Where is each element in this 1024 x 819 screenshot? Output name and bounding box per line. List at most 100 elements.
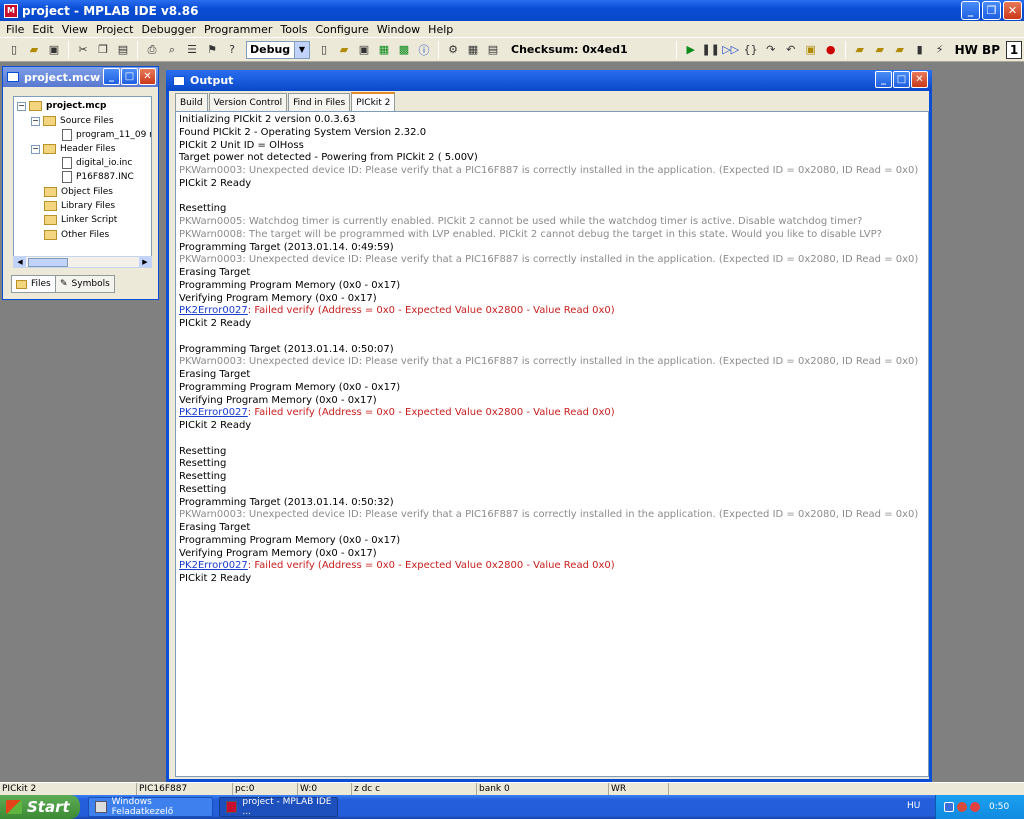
error-code-link[interactable]: PK2Error0027 [179, 560, 248, 571]
tree-node-file[interactable]: P16F887.INC [62, 170, 134, 184]
tab-build[interactable]: Build [175, 93, 208, 111]
find-in-files-icon[interactable]: ☰ [184, 42, 200, 58]
open-icon[interactable]: ▰ [26, 42, 42, 58]
menu-help[interactable]: Help [424, 23, 457, 36]
program-device-icon[interactable]: ▰ [852, 42, 868, 58]
new-project-icon[interactable]: ▯ [316, 42, 332, 58]
memory-icon[interactable]: ▦ [465, 42, 481, 58]
tree-node-source-files[interactable]: − Source Files [31, 114, 114, 128]
minimize-button[interactable]: _ [961, 1, 980, 20]
tab-files[interactable]: Files [11, 275, 56, 293]
find-icon[interactable]: ⌕ [164, 42, 180, 58]
collapse-icon[interactable]: − [17, 101, 26, 111]
read-device-icon[interactable]: ▰ [872, 42, 888, 58]
log-line: PICkit 2 Ready [179, 318, 252, 329]
output-log[interactable]: Initializing PICkit 2 version 0.0.3.63 Fo… [175, 111, 929, 777]
reset-icon[interactable]: ▣ [803, 42, 819, 58]
menu-debugger[interactable]: Debugger [137, 23, 199, 36]
connect-icon[interactable]: ⚡ [932, 42, 948, 58]
start-button[interactable]: Start [0, 795, 80, 819]
output-tabs: Build Version Control Find in Files PICk… [175, 92, 396, 111]
close-button[interactable]: ✕ [911, 71, 928, 88]
project-tree[interactable]: − project.mcp − Source Files program_11_… [13, 96, 152, 268]
breakpoint-icon[interactable]: ● [823, 42, 839, 58]
log-line: Erasing Target [179, 267, 251, 278]
open-project-icon[interactable]: ▰ [336, 42, 352, 58]
copy-icon[interactable]: ❐ [95, 42, 111, 58]
maximize-button[interactable]: □ [121, 68, 138, 85]
tree-node-header-files[interactable]: − Header Files [31, 142, 115, 156]
minimize-button[interactable]: _ [103, 68, 120, 85]
make-icon[interactable]: ▦ [376, 42, 392, 58]
info-icon[interactable]: ⓘ [416, 42, 432, 58]
tree-node-label: digital_io.inc [76, 158, 133, 168]
close-button[interactable]: ✕ [1003, 1, 1022, 20]
menu-configure[interactable]: Configure [311, 23, 372, 36]
menu-programmer[interactable]: Programmer [200, 23, 276, 36]
bookmark-icon[interactable]: ⚑ [204, 42, 220, 58]
help-icon[interactable]: ? [224, 42, 240, 58]
security-icon[interactable] [957, 802, 967, 812]
tree-node-library-files[interactable]: Library Files [44, 199, 115, 213]
error-code-link[interactable]: PK2Error0027 [179, 407, 248, 418]
save-project-icon[interactable]: ▣ [356, 42, 372, 58]
run-icon[interactable]: ▶ [683, 42, 699, 58]
tab-version-control[interactable]: Version Control [208, 93, 288, 111]
error-code-link[interactable]: PK2Error0027 [179, 305, 248, 316]
log-line: PICkit 2 Ready [179, 177, 252, 189]
collapse-icon[interactable]: − [31, 116, 40, 126]
scrollbar-thumb[interactable] [28, 258, 68, 267]
menu-view[interactable]: View [58, 23, 92, 36]
tree-node-linker-script[interactable]: Linker Script [44, 213, 117, 227]
restore-button[interactable]: ❐ [982, 1, 1001, 20]
network-icon[interactable] [944, 802, 954, 812]
menu-window[interactable]: Window [373, 23, 424, 36]
minimize-button[interactable]: _ [875, 71, 892, 88]
window-icon[interactable]: ▤ [485, 42, 501, 58]
new-file-icon[interactable]: ▯ [6, 42, 22, 58]
tree-node-object-files[interactable]: Object Files [44, 185, 113, 199]
taskbar-item-task-manager[interactable]: Windows Feladatkezelő [88, 797, 213, 817]
taskbar-item-mplab[interactable]: project - MPLAB IDE ... [219, 797, 338, 817]
build-all-icon[interactable]: ▩ [396, 42, 412, 58]
workspace-title-bar[interactable]: project.mcw _ □ ✕ [3, 67, 158, 87]
menu-edit[interactable]: Edit [28, 23, 57, 36]
log-text: : Failed verify (Address = 0x0 - Expecte… [247, 407, 615, 419]
cut-icon[interactable]: ✂ [75, 42, 91, 58]
output-title-bar[interactable]: Output _ □ ✕ [166, 70, 932, 91]
title-bar[interactable]: M project - MPLAB IDE v8.86 _ ❐ ✕ [0, 0, 1024, 21]
print-icon[interactable]: ⎙ [144, 42, 160, 58]
close-button[interactable]: ✕ [139, 68, 156, 85]
scroll-right-icon[interactable]: ▶ [139, 257, 151, 267]
tree-node-project[interactable]: − project.mcp [17, 99, 106, 113]
language-indicator[interactable]: HU [907, 801, 920, 811]
verify-device-icon[interactable]: ▰ [892, 42, 908, 58]
clock: 0:50 [989, 802, 1010, 812]
menu-bar: File Edit View Project Debugger Programm… [0, 21, 1024, 37]
log-line: Verifying Program Memory (0x0 - 0x17) [179, 547, 377, 559]
animate-icon[interactable]: ▷▷ [722, 42, 739, 58]
menu-file[interactable]: File [2, 23, 28, 36]
step-out-icon[interactable]: ↶ [783, 42, 799, 58]
tab-symbols[interactable]: ✎ Symbols [55, 275, 115, 293]
collapse-icon[interactable]: − [31, 144, 40, 154]
paste-icon[interactable]: ▤ [115, 42, 131, 58]
tree-node-other-files[interactable]: Other Files [44, 228, 109, 242]
maximize-button[interactable]: □ [893, 71, 910, 88]
step-over-icon[interactable]: ↷ [763, 42, 779, 58]
tree-node-file[interactable]: digital_io.inc [62, 156, 132, 170]
menu-project[interactable]: Project [92, 23, 138, 36]
tab-pickit2[interactable]: PICkit 2 [351, 92, 396, 111]
alert-icon[interactable] [970, 802, 980, 812]
save-icon[interactable]: ▣ [46, 42, 62, 58]
scroll-left-icon[interactable]: ◀ [14, 257, 26, 267]
tree-node-file[interactable]: program_11_09 ny [62, 128, 151, 142]
target-power-icon[interactable]: ▮ [912, 42, 928, 58]
tab-find-in-files[interactable]: Find in Files [288, 93, 351, 111]
build-config-select[interactable]: Debug ▼ [246, 40, 310, 59]
settings-icon[interactable]: ⚙ [445, 42, 461, 58]
step-into-icon[interactable]: {} [743, 42, 759, 58]
tree-horizontal-scrollbar[interactable]: ◀ ▶ [13, 256, 152, 268]
halt-icon[interactable]: ❚❚ [701, 42, 719, 58]
menu-tools[interactable]: Tools [276, 23, 311, 36]
